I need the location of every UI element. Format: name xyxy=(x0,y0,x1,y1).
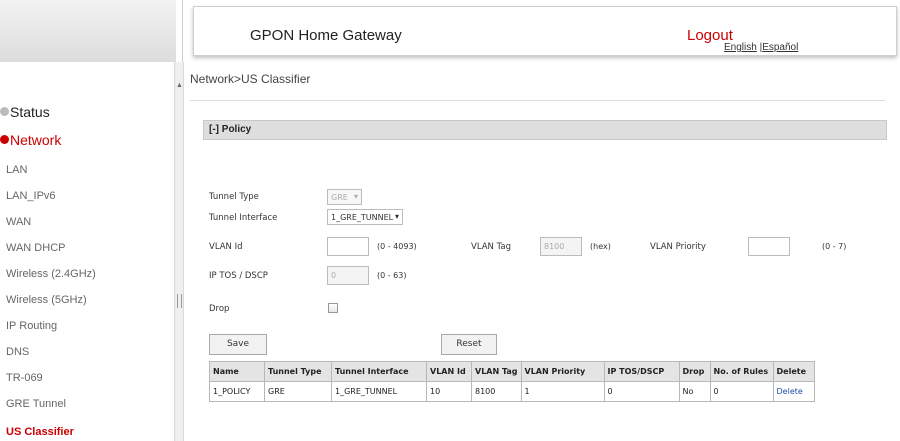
sidebar-item-gre-tunnel[interactable]: GRE Tunnel xyxy=(6,398,66,410)
lang-spanish-link[interactable]: Español xyxy=(762,42,798,53)
app-title: GPON Home Gateway xyxy=(250,27,402,44)
col-vlan-id: VLAN Id xyxy=(426,361,472,382)
cell-vlan-tag: 8100 xyxy=(471,381,522,402)
col-delete: Delete xyxy=(772,361,815,382)
menu-group-status-label: Status xyxy=(10,104,50,120)
sidebar-item-wireless-24[interactable]: Wireless (2.4GHz) xyxy=(6,268,96,280)
vlan-tag-input: 8100 xyxy=(540,237,582,256)
table-header-row: Name Tunnel Type Tunnel Interface VLAN I… xyxy=(209,361,815,382)
col-ip-tos-dscp: IP TOS/DSCP xyxy=(603,361,680,382)
col-drop: Drop xyxy=(678,361,711,382)
cell-tunnel-interface: 1_GRE_TUNNEL xyxy=(331,381,427,402)
sidebar: Status Network LAN LAN_IPv6 WAN WAN DHCP… xyxy=(0,62,176,441)
tunnel-type-select: GRE ▾ xyxy=(327,189,362,205)
scroll-grip-icon[interactable] xyxy=(177,294,182,308)
sidebar-item-us-classifier[interactable]: US Classifier xyxy=(6,426,74,438)
scroll-up-arrow-icon[interactable]: ▲ xyxy=(176,82,183,89)
delete-link[interactable]: Delete xyxy=(772,381,815,402)
reset-button[interactable]: Reset xyxy=(441,334,497,355)
drop-checkbox[interactable] xyxy=(328,303,338,313)
cell-ip-tos-dscp: 0 xyxy=(603,381,680,402)
iptos-input: 0 xyxy=(327,266,369,285)
lang-english-link[interactable]: English xyxy=(724,42,757,53)
sidebar-item-wan-dhcp[interactable]: WAN DHCP xyxy=(6,242,65,254)
tunnel-type-value: GRE xyxy=(331,193,348,202)
vlan-priority-label: VLAN Priority xyxy=(650,242,706,252)
policy-section-header[interactable]: [-] Policy xyxy=(203,120,887,140)
breadcrumb: Network>US Classifier xyxy=(190,72,311,86)
policy-table: Name Tunnel Type Tunnel Interface VLAN I… xyxy=(209,361,815,402)
tunnel-interface-label: Tunnel Interface xyxy=(209,213,278,223)
col-no-of-rules: No. of Rules xyxy=(709,361,774,382)
header: GPON Home Gateway Logout English |Españo… xyxy=(182,0,900,62)
save-button[interactable]: Save xyxy=(209,334,267,355)
cell-vlan-priority: 1 xyxy=(520,381,605,402)
breadcrumb-divider xyxy=(190,100,885,101)
sidebar-item-wan[interactable]: WAN xyxy=(6,216,31,228)
chevron-down-icon: ▾ xyxy=(394,212,399,221)
col-vlan-priority: VLAN Priority xyxy=(520,361,605,382)
col-name: Name xyxy=(209,361,265,382)
cell-tunnel-type: GRE xyxy=(264,381,332,402)
language-switch: English |Español xyxy=(724,42,798,53)
tunnel-type-label: Tunnel Type xyxy=(209,192,259,202)
sidebar-item-tr069[interactable]: TR-069 xyxy=(6,372,43,384)
table-row: 1_POLICY GRE 1_GRE_TUNNEL 10 8100 1 0 No… xyxy=(209,381,815,402)
header-logo-area xyxy=(0,0,176,63)
vlan-tag-label: VLAN Tag xyxy=(471,242,512,252)
cell-vlan-id: 10 xyxy=(426,381,472,402)
tunnel-interface-select[interactable]: 1_GRE_TUNNEL ▾ xyxy=(327,209,403,225)
expand-bullet-icon xyxy=(0,135,9,144)
menu-group-status[interactable]: Status xyxy=(0,104,50,120)
vlan-priority-hint: (0 - 7) xyxy=(822,242,847,251)
drop-label: Drop xyxy=(209,304,230,314)
sidebar-item-lan-ipv6[interactable]: LAN_IPv6 xyxy=(6,190,56,202)
vlan-id-hint: (0 - 4093) xyxy=(377,242,417,251)
chevron-down-icon: ▾ xyxy=(353,192,358,201)
vlan-id-label: VLAN Id xyxy=(209,242,243,252)
menu-group-network[interactable]: Network xyxy=(0,132,61,148)
cell-drop: No xyxy=(678,381,711,402)
collapse-bullet-icon xyxy=(0,107,9,116)
sidebar-item-dns[interactable]: DNS xyxy=(6,346,29,358)
policy-section-title[interactable]: [-] Policy xyxy=(209,124,251,135)
cell-name: 1_POLICY xyxy=(209,381,265,402)
sidebar-item-wireless-5[interactable]: Wireless (5GHz) xyxy=(6,294,87,306)
iptos-hint: (0 - 63) xyxy=(377,271,407,280)
col-tunnel-type: Tunnel Type xyxy=(264,361,332,382)
sidebar-item-ip-routing[interactable]: IP Routing xyxy=(6,320,57,332)
vlan-priority-input[interactable] xyxy=(748,237,790,256)
sidebar-scrollbar[interactable]: ▲ xyxy=(174,62,184,441)
iptos-label: IP TOS / DSCP xyxy=(209,271,268,281)
col-tunnel-interface: Tunnel Interface xyxy=(331,361,427,382)
header-bar: GPON Home Gateway Logout English |Españo… xyxy=(193,6,897,56)
sidebar-item-lan[interactable]: LAN xyxy=(6,164,27,176)
vlan-id-input[interactable] xyxy=(327,237,369,256)
cell-no-of-rules: 0 xyxy=(709,381,774,402)
vlan-tag-hint: (hex) xyxy=(590,242,611,251)
tunnel-interface-value: 1_GRE_TUNNEL xyxy=(331,213,394,222)
menu-group-network-label: Network xyxy=(10,132,62,148)
col-vlan-tag: VLAN Tag xyxy=(471,361,522,382)
